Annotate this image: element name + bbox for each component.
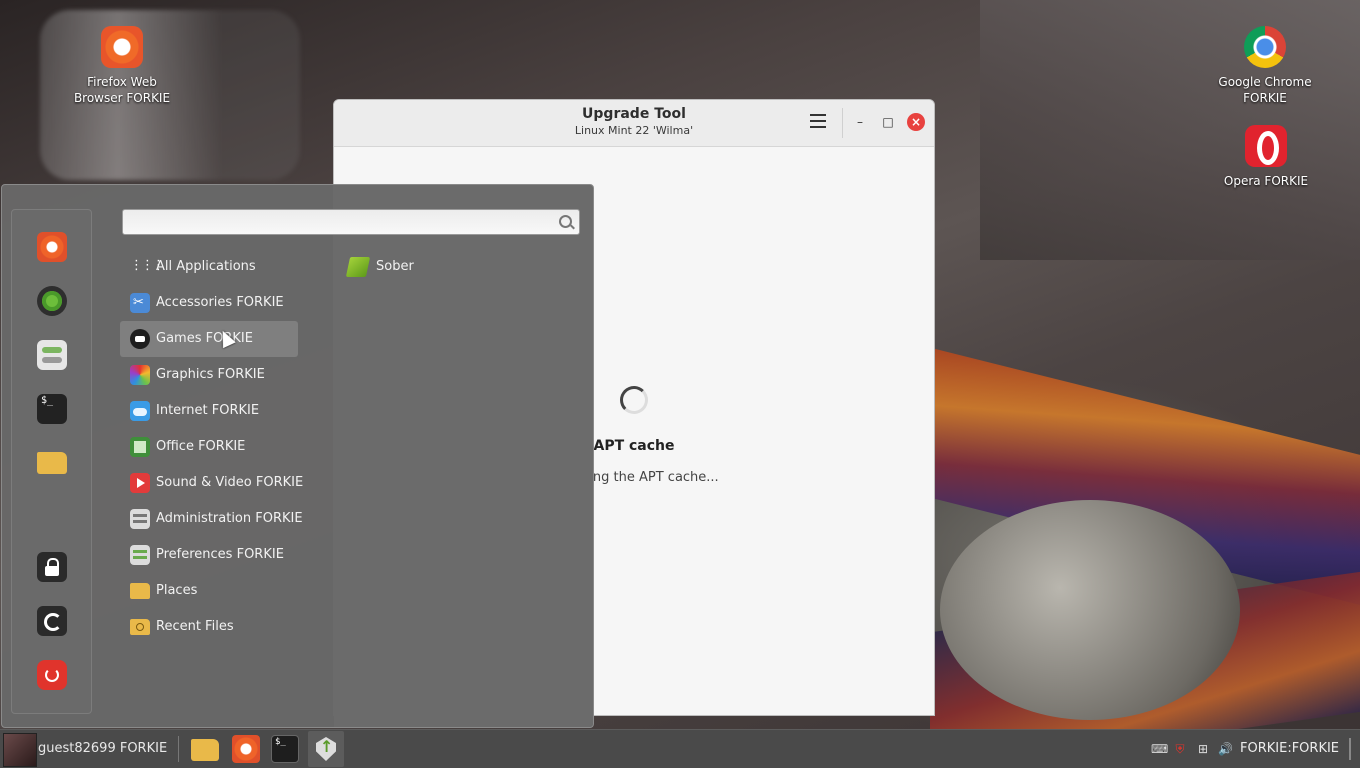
preferences-icon — [130, 545, 150, 565]
administration-icon — [130, 509, 150, 529]
desktop-icon-opera[interactable]: Opera FORKIE — [1211, 125, 1321, 189]
search-input[interactable] — [127, 211, 551, 235]
category-graphics[interactable]: Graphics FORKIE — [120, 357, 330, 393]
close-button[interactable]: × — [907, 113, 925, 131]
category-places[interactable]: Places — [120, 573, 330, 609]
category-internet[interactable]: Internet FORKIE — [120, 393, 330, 429]
application-menu: $_ Sober All Applications Accessories FO… — [1, 184, 594, 728]
maximize-button[interactable]: □ — [880, 114, 896, 130]
category-recent-files[interactable]: Recent Files — [120, 609, 330, 645]
category-games[interactable]: Games FORKIE — [120, 321, 298, 357]
category-label: Games FORKIE — [156, 331, 253, 346]
graphics-icon — [130, 365, 150, 385]
apps-pane: Sober — [334, 185, 593, 727]
desktop-icon-chrome[interactable]: Google Chrome FORKIE — [1210, 26, 1320, 106]
logout-icon[interactable] — [37, 606, 67, 636]
taskbar-user-label[interactable]: guest82699 FORKIE — [38, 730, 167, 768]
recent-files-icon — [130, 619, 150, 635]
update-manager-icon[interactable] — [308, 731, 344, 767]
network-icon[interactable]: ⊞ — [1196, 742, 1210, 756]
folder-icon — [130, 583, 150, 599]
favorites-sidebar: $_ — [11, 209, 92, 714]
shield-icon[interactable]: ⛨ — [1173, 742, 1187, 756]
category-label: Places — [156, 583, 198, 598]
internet-icon — [130, 401, 150, 421]
category-label: All Applications — [156, 259, 256, 274]
files-icon[interactable] — [191, 739, 219, 761]
lock-icon[interactable] — [37, 552, 67, 582]
sober-icon — [345, 257, 371, 277]
category-label: Office FORKIE — [156, 439, 246, 454]
office-icon — [130, 437, 150, 457]
titlebar-separator — [842, 108, 843, 138]
category-sound-video[interactable]: Sound & Video FORKIE — [120, 465, 330, 501]
category-label: Recent Files — [156, 619, 234, 634]
grid-icon — [130, 248, 163, 284]
search-icon — [559, 215, 572, 228]
window-titlebar[interactable]: Upgrade Tool Linux Mint 22 'Wilma' – □ × — [334, 100, 934, 147]
minimize-button[interactable]: – — [852, 114, 868, 130]
category-label: Internet FORKIE — [156, 403, 260, 418]
desktop-icon-label: Google Chrome FORKIE — [1218, 75, 1312, 105]
chrome-icon — [1244, 26, 1286, 68]
firefox-icon[interactable] — [37, 232, 67, 262]
volume-icon[interactable]: 🔊 — [1218, 742, 1233, 756]
category-all-applications[interactable]: All Applications — [120, 248, 330, 285]
loading-spinner-icon — [620, 386, 648, 414]
games-icon — [130, 329, 150, 349]
opera-icon — [1245, 125, 1287, 167]
taskbar: guest82699 FORKIE $_ ⌨ ⛨ ⊞ 🔊 FORKIE:FORK… — [0, 729, 1360, 768]
category-label: Administration FORKIE — [156, 511, 303, 526]
show-desktop-handle[interactable] — [1349, 738, 1351, 760]
system-settings-icon[interactable] — [37, 340, 67, 370]
window-title: Upgrade Tool — [582, 106, 686, 122]
firefox-icon — [101, 26, 143, 68]
terminal-icon[interactable]: $_ — [37, 394, 67, 424]
terminal-icon[interactable]: $_ — [271, 735, 299, 763]
hamburger-menu-icon[interactable] — [810, 114, 826, 128]
category-label: Graphics FORKIE — [156, 367, 265, 382]
menu-button-avatar[interactable] — [3, 733, 37, 767]
desktop-icon-label: Opera FORKIE — [1223, 174, 1309, 188]
app-label: Sober — [376, 259, 414, 274]
category-administration[interactable]: Administration FORKIE — [120, 501, 330, 537]
category-label: Preferences FORKIE — [156, 547, 284, 562]
app-item-sober[interactable]: Sober — [345, 249, 414, 285]
taskbar-separator — [178, 736, 179, 762]
category-office[interactable]: Office FORKIE — [120, 429, 330, 465]
firefox-icon[interactable] — [232, 735, 260, 763]
category-label: Accessories FORKIE — [156, 295, 284, 310]
category-list: All Applications Accessories FORKIE Game… — [120, 248, 330, 645]
window-subtitle: Linux Mint 22 'Wilma' — [574, 124, 694, 137]
power-icon[interactable] — [37, 660, 67, 690]
menu-search-box[interactable] — [122, 209, 580, 235]
clock[interactable]: FORKIE:FORKIE — [1240, 730, 1339, 768]
category-accessories[interactable]: Accessories FORKIE — [120, 285, 330, 321]
keyboard-icon[interactable]: ⌨ — [1151, 742, 1168, 756]
sound-video-icon — [130, 473, 150, 493]
files-icon[interactable] — [37, 452, 67, 474]
desktop-icon-firefox[interactable]: Firefox Web Browser FORKIE — [67, 26, 177, 106]
software-manager-icon[interactable] — [37, 286, 67, 316]
accessories-icon — [130, 285, 150, 321]
wallpaper-ball — [940, 500, 1240, 720]
desktop-icon-label: Firefox Web Browser FORKIE — [73, 75, 171, 105]
category-label: Sound & Video FORKIE — [156, 475, 304, 490]
category-preferences[interactable]: Preferences FORKIE — [120, 537, 330, 573]
